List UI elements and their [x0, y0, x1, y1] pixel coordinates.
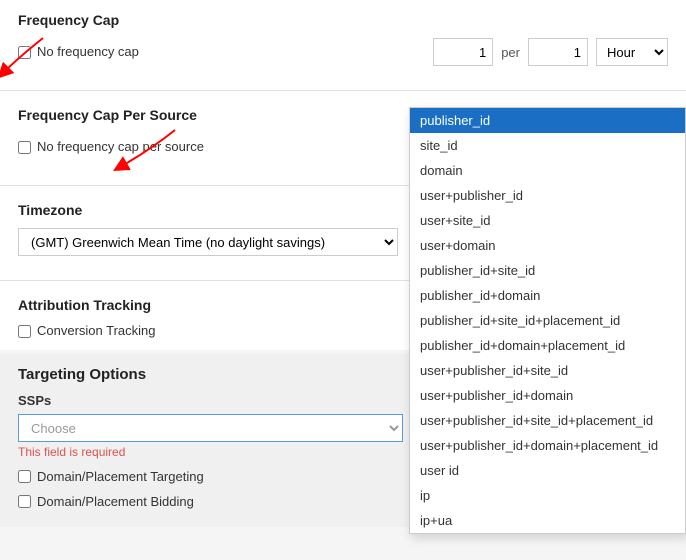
- dropdown-item-pub-site-placement[interactable]: publisher_id+site_id+placement_id: [410, 308, 685, 333]
- no-frequency-cap-per-source-row: No frequency cap per source: [18, 139, 204, 156]
- frequency-cap-per-label: per: [501, 45, 520, 60]
- domain-bidding-label: Domain/Placement Bidding: [37, 494, 194, 509]
- no-frequency-cap-per-source-checkbox[interactable]: [18, 141, 31, 154]
- dropdown-item-user-pub-domain-placement[interactable]: user+publisher_id+domain+placement_id: [410, 433, 685, 458]
- dropdown-item-pub-site[interactable]: publisher_id+site_id: [410, 258, 685, 283]
- dropdown-item-domain[interactable]: domain: [410, 158, 685, 183]
- dropdown-item-ip[interactable]: ip: [410, 483, 685, 508]
- conversion-tracking-checkbox[interactable]: [18, 325, 31, 338]
- dropdown-item-site-id[interactable]: site_id: [410, 133, 685, 158]
- no-frequency-cap-per-source-label: No frequency cap per source: [37, 139, 204, 156]
- no-frequency-cap-checkbox[interactable]: [18, 46, 31, 59]
- dropdown-item-user-pub-domain[interactable]: user+publisher_id+domain: [410, 383, 685, 408]
- domain-targeting-checkbox[interactable]: [18, 470, 31, 483]
- dropdown-item-pub-domain-placement[interactable]: publisher_id+domain+placement_id: [410, 333, 685, 358]
- frequency-cap-hour-select[interactable]: Hour: [596, 38, 668, 66]
- dropdown-item-user-publisher-id[interactable]: user+publisher_id: [410, 183, 685, 208]
- frequency-cap-value1[interactable]: 1: [433, 38, 493, 66]
- domain-targeting-label: Domain/Placement Targeting: [37, 469, 204, 484]
- dropdown-item-user-site-id[interactable]: user+site_id: [410, 208, 685, 233]
- dropdown-item-user-domain[interactable]: user+domain: [410, 233, 685, 258]
- dropdown-item-user-id[interactable]: user id: [410, 458, 685, 483]
- timezone-select[interactable]: (GMT) Greenwich Mean Time (no daylight s…: [18, 228, 398, 256]
- frequency-cap-title: Frequency Cap: [18, 12, 668, 28]
- source-dropdown-list: publisher_id site_id domain user+publish…: [409, 107, 686, 534]
- dropdown-item-user-pub-site[interactable]: user+publisher_id+site_id: [410, 358, 685, 383]
- dropdown-item-ip-ua[interactable]: ip+ua: [410, 508, 685, 533]
- ssps-select[interactable]: Choose: [18, 414, 403, 442]
- dropdown-item-pub-domain[interactable]: publisher_id+domain: [410, 283, 685, 308]
- no-frequency-cap-row: No frequency cap: [18, 44, 188, 61]
- no-frequency-cap-label: No frequency cap: [37, 44, 139, 61]
- frequency-cap-value2[interactable]: 1: [528, 38, 588, 66]
- domain-bidding-checkbox[interactable]: [18, 495, 31, 508]
- conversion-tracking-label: Conversion Tracking: [37, 323, 156, 338]
- dropdown-item-user-pub-site-placement[interactable]: user+publisher_id+site_id+placement_id: [410, 408, 685, 433]
- dropdown-item-publisher-id[interactable]: publisher_id: [410, 108, 685, 133]
